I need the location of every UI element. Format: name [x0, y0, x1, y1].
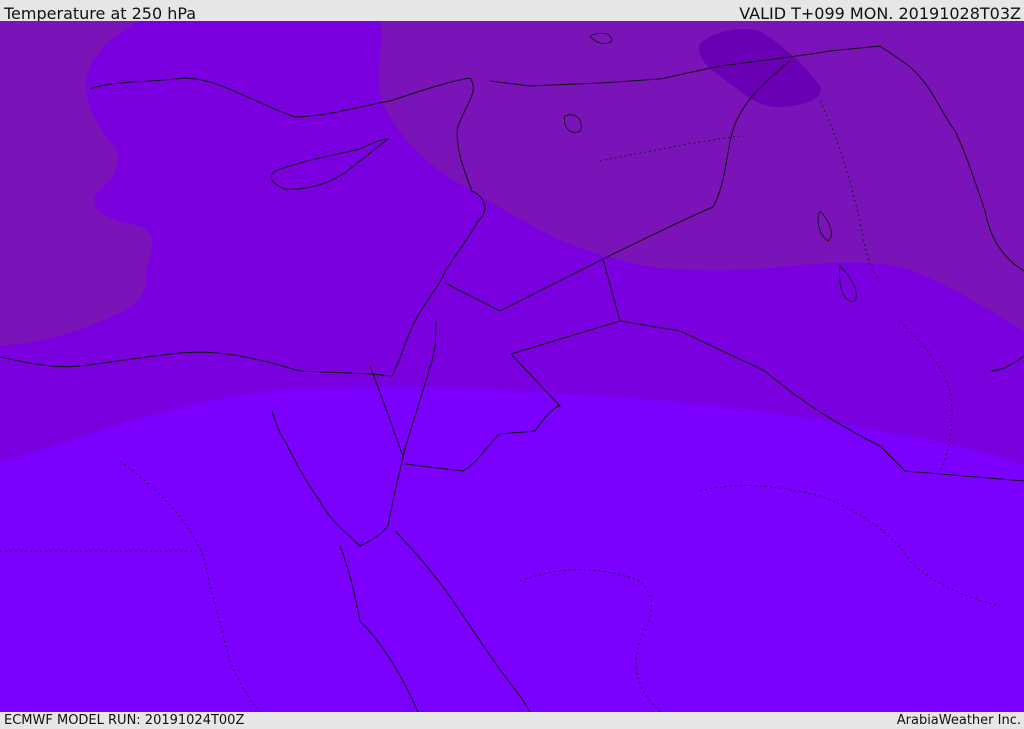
model-run: ECMWF MODEL RUN: 20191024T00Z — [4, 713, 245, 728]
credit: ArabiaWeather Inc. — [896, 713, 1021, 728]
map-footer: ECMWF MODEL RUN: 20191024T00Z ArabiaWeat… — [0, 712, 1024, 729]
map-header: Temperature at 250 hPa VALID T+099 MON. … — [0, 0, 1024, 23]
temperature-map — [0, 21, 1024, 712]
